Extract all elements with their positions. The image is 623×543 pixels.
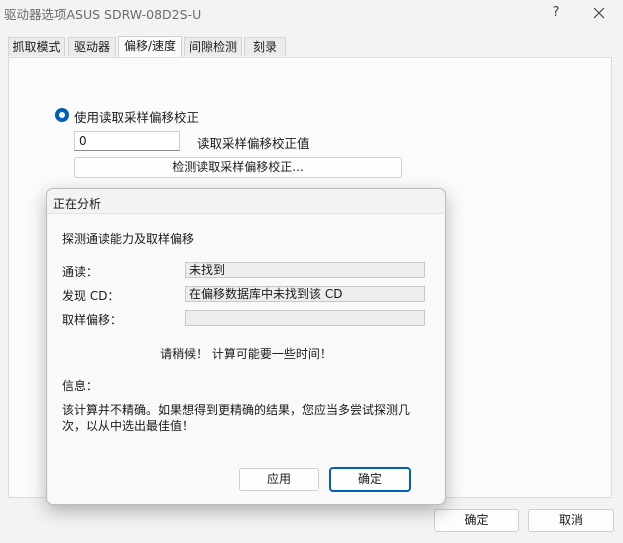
wait-message: 请稍候！ 计算可能要一些时间！ (160, 347, 332, 361)
sample-offset-label: 取样偏移： (62, 313, 123, 327)
dialog-ok-button[interactable]: 确定 (329, 467, 411, 492)
tab-offset-speed[interactable]: 偏移/速度 (118, 36, 182, 57)
sample-offset-value (185, 310, 425, 326)
accurate-stream-label: 通读： (62, 265, 99, 279)
dialog-heading: 探测通读能力及取样偏移 (62, 232, 195, 246)
tab-burn[interactable]: 刻录 (244, 37, 286, 56)
use-offset-radio-label[interactable]: 使用读取采样偏移校正 (74, 107, 199, 126)
tab-gap-detection[interactable]: 间隙检测 (184, 37, 242, 56)
cd-found-value: 在偏移数据库中未找到该 CD (185, 286, 425, 302)
tab-rip-mode[interactable]: 抓取模式 (8, 37, 65, 56)
info-label: 信息： (62, 379, 99, 393)
cd-found-label: 发现 CD： (62, 289, 120, 303)
analyzing-dialog: 正在分析 探测通读能力及取样偏移 通读： 未找到 发现 CD： 在偏移数据库中未… (46, 188, 446, 505)
offset-value-label: 读取采样偏移校正值 (197, 136, 310, 151)
ok-button[interactable]: 确定 (434, 509, 519, 532)
dialog-apply-button[interactable]: 应用 (239, 468, 319, 491)
dialog-title: 正在分析 (53, 197, 102, 211)
offset-value-input[interactable] (74, 131, 180, 151)
cancel-button[interactable]: 取消 (528, 509, 614, 532)
info-text: 该计算并不精确。如果想得到更精确的结果，您应当多尝试探测几次，以从中选出最佳值！ (62, 403, 411, 433)
use-offset-radio[interactable] (55, 108, 69, 122)
drive-options-window: 驱动器选项ASUS SDRW-08D2S-U ? 抓取模式 驱动器 偏移/速度 … (0, 0, 623, 543)
accurate-stream-value: 未找到 (185, 262, 425, 278)
detect-offset-button[interactable]: 检测读取采样偏移校正... (74, 157, 402, 178)
tab-drive[interactable]: 驱动器 (68, 37, 116, 56)
close-icon (593, 7, 605, 19)
window-title: 驱动器选项ASUS SDRW-08D2S-U (4, 7, 202, 22)
help-button[interactable]: ? (544, 2, 568, 24)
close-button[interactable] (585, 2, 613, 24)
